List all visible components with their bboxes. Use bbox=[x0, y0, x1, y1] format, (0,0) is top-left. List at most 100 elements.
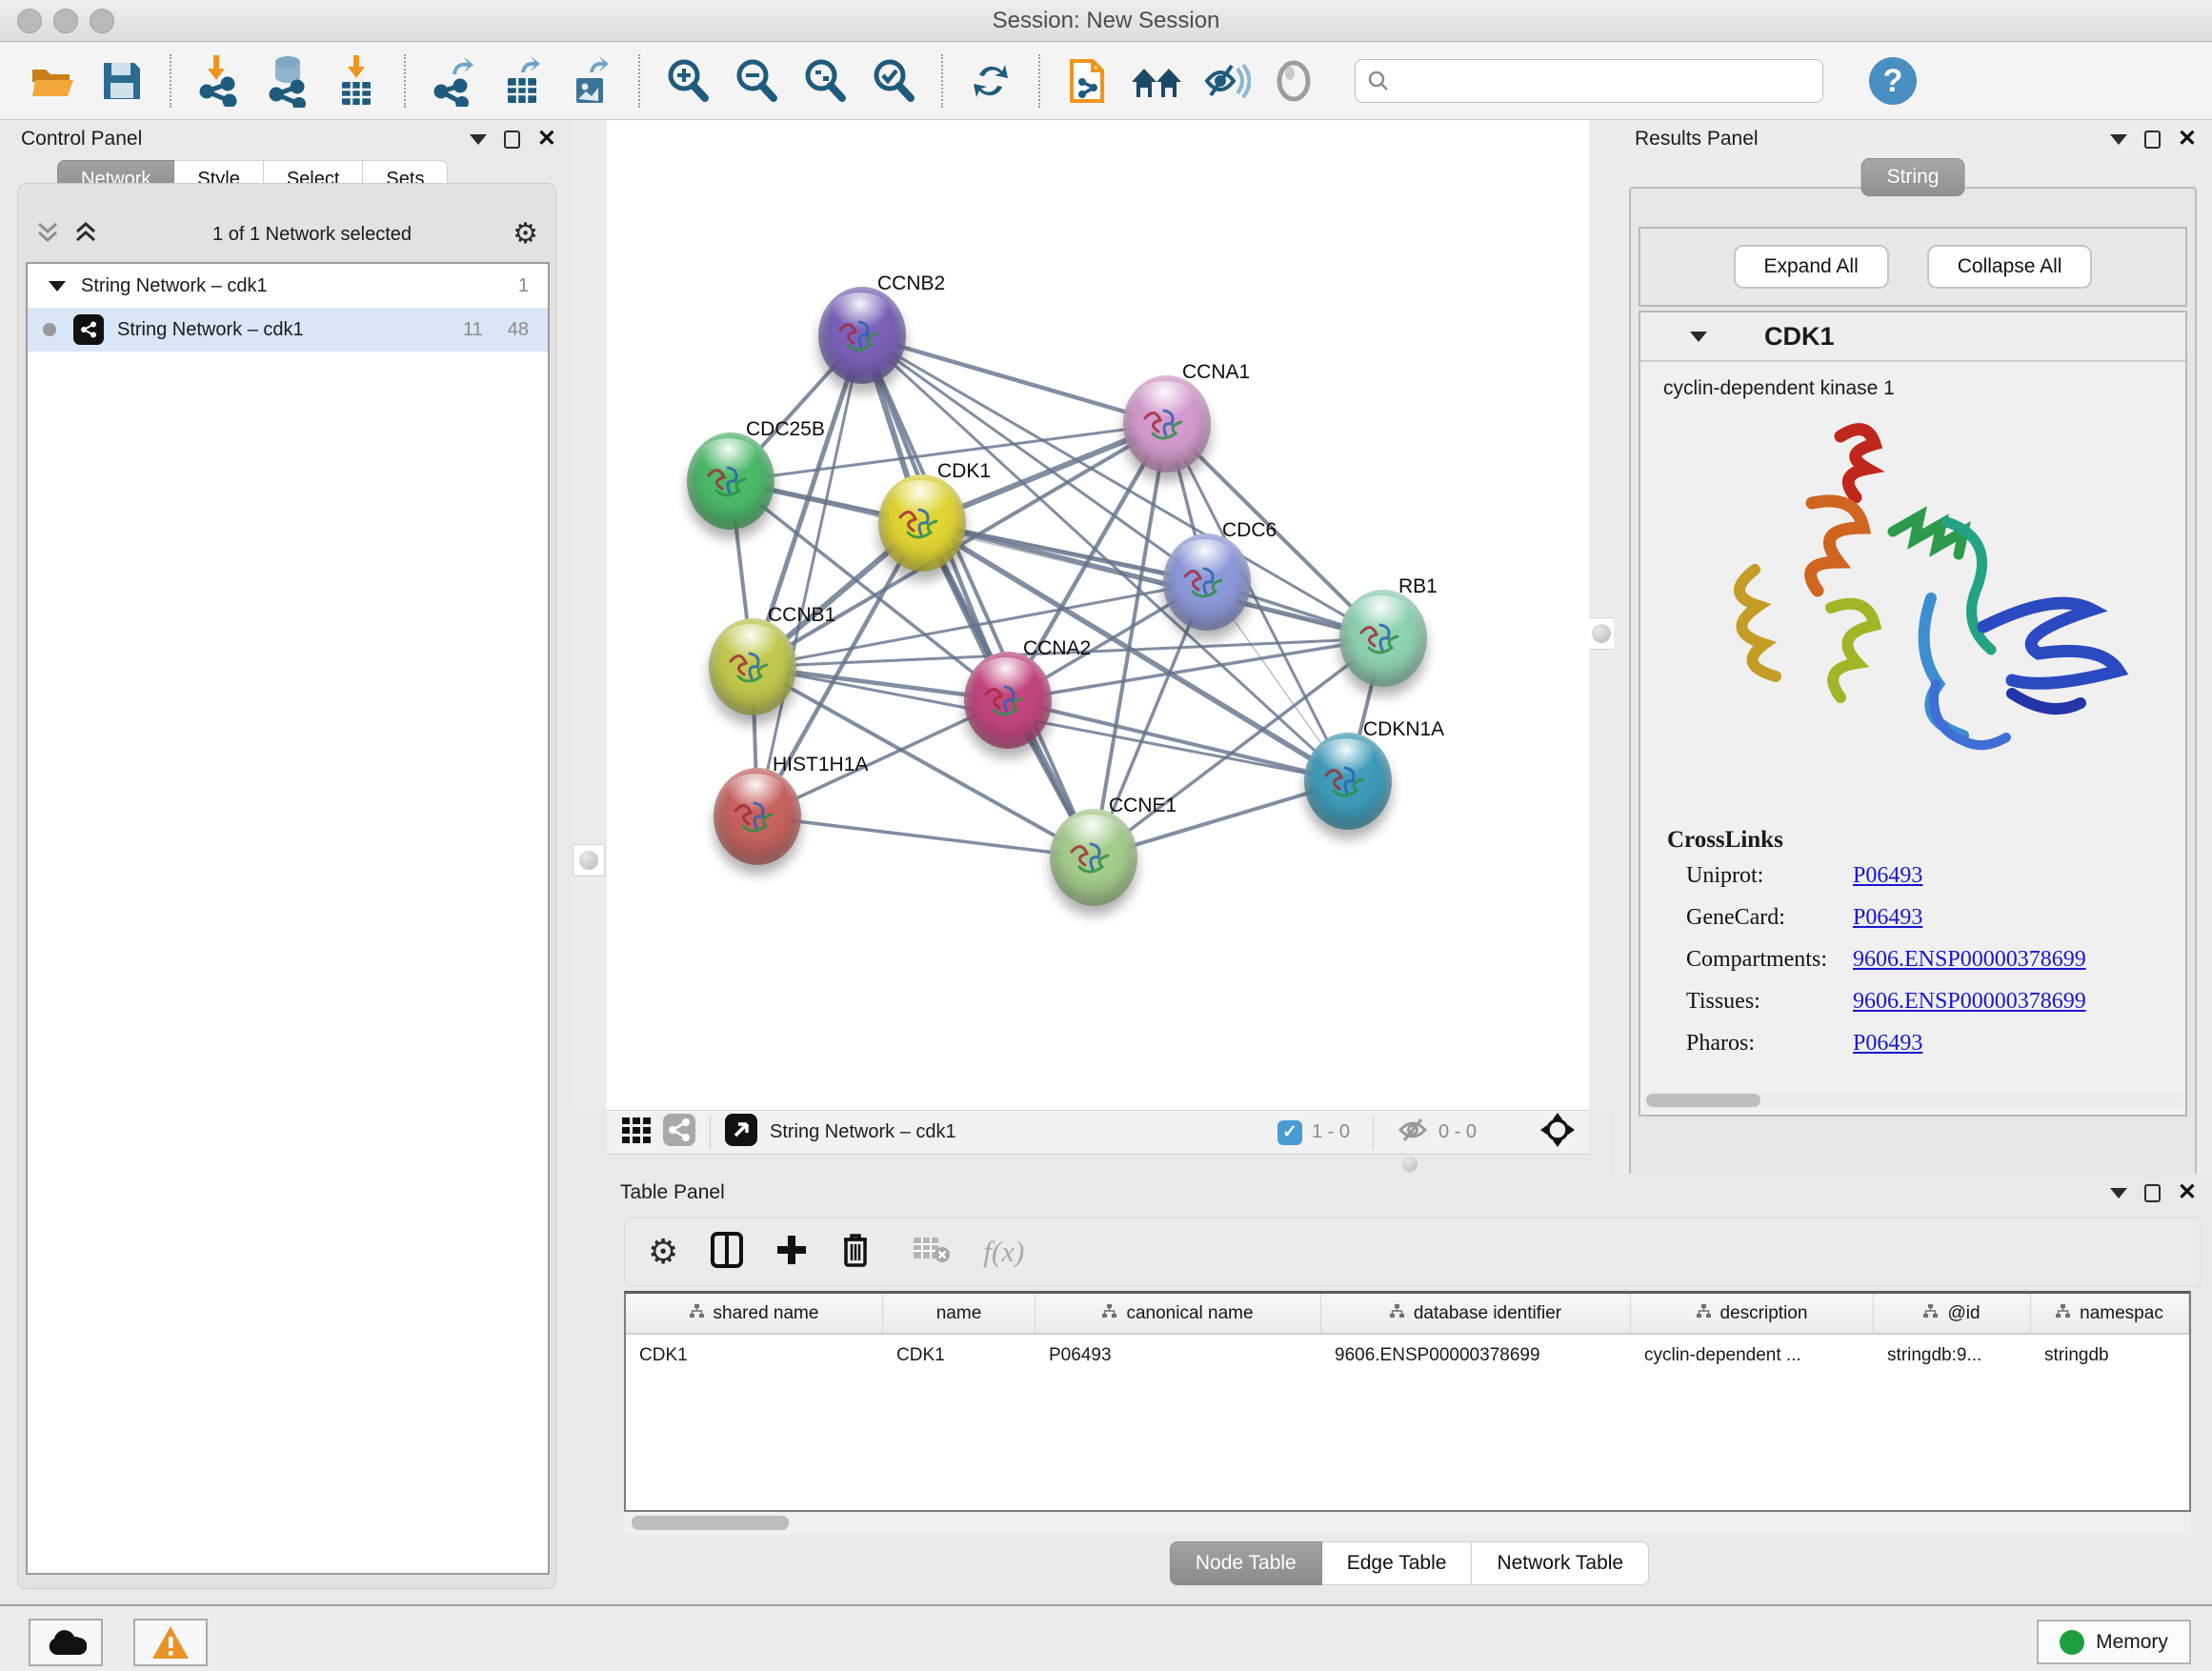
cloud-status-button[interactable] bbox=[29, 1619, 103, 1666]
protein-ribbon-thumbnail bbox=[730, 794, 783, 843]
close-panel-icon[interactable]: ✕ bbox=[537, 128, 556, 151]
expand-all-button[interactable]: Expand All bbox=[1734, 245, 1889, 289]
column-header--id[interactable]: @id bbox=[1874, 1294, 2031, 1333]
expand-all-networks-icon[interactable] bbox=[73, 220, 98, 250]
tab-string[interactable]: String bbox=[1861, 158, 1965, 196]
zoom-selected-button[interactable] bbox=[863, 50, 924, 111]
network-node-ccnb2[interactable] bbox=[818, 287, 906, 384]
import-network-from-database-button[interactable] bbox=[257, 50, 318, 111]
column-header-description[interactable]: description bbox=[1631, 1294, 1874, 1333]
network-node-ccna1[interactable] bbox=[1123, 375, 1211, 473]
column-header-database-identifier[interactable]: database identifier bbox=[1321, 1294, 1631, 1333]
search-input[interactable] bbox=[1398, 70, 1811, 93]
collapse-panel-icon[interactable] bbox=[470, 134, 487, 145]
network-edge[interactable] bbox=[757, 335, 862, 816]
network-edge[interactable] bbox=[862, 335, 1094, 857]
network-row[interactable]: String Network – cdk1 11 48 bbox=[28, 308, 548, 352]
table-cell[interactable]: CDK1 bbox=[883, 1335, 1036, 1377]
export-network-button[interactable] bbox=[423, 50, 484, 111]
table-h-scrollbar[interactable] bbox=[624, 1512, 2191, 1535]
column-header-name[interactable]: name bbox=[883, 1294, 1036, 1333]
table-cell[interactable]: stringdb:9... bbox=[1874, 1335, 2031, 1377]
network-node-ccnb1[interactable] bbox=[709, 618, 796, 715]
table-cell[interactable]: cyclin-dependent ... bbox=[1631, 1335, 1874, 1377]
tab-edge-table[interactable]: Edge Table bbox=[1322, 1541, 1473, 1585]
network-edge[interactable] bbox=[1008, 700, 1348, 781]
table-cell[interactable]: stringdb bbox=[2031, 1335, 2189, 1377]
tab-network-table[interactable]: Network Table bbox=[1472, 1541, 1649, 1585]
detach-view-icon[interactable] bbox=[724, 1113, 758, 1152]
open-session-button[interactable] bbox=[23, 50, 84, 111]
float-panel-icon[interactable] bbox=[504, 131, 520, 149]
view-network-title: String Network – cdk1 bbox=[770, 1121, 956, 1143]
crosslink-link[interactable]: 9606.ENSP00000378699 bbox=[1853, 947, 2086, 973]
network-node-cdkn1a[interactable] bbox=[1304, 733, 1392, 830]
selected-checkbox-icon[interactable]: ✓ bbox=[1277, 1120, 1302, 1145]
left-splitter[interactable] bbox=[572, 120, 607, 1110]
network-node-ccne1[interactable] bbox=[1050, 809, 1137, 906]
right-splitter[interactable] bbox=[1589, 120, 1614, 1110]
crosslink-link[interactable]: 9606.ENSP00000378699 bbox=[1853, 989, 2086, 1015]
help-button[interactable]: ? bbox=[1869, 57, 1917, 105]
column-type-icon bbox=[1102, 1303, 1116, 1324]
network-edge[interactable] bbox=[757, 816, 1094, 857]
share-view-icon[interactable] bbox=[662, 1113, 696, 1152]
grid-view-icon[interactable] bbox=[620, 1114, 653, 1151]
column-header-namespac[interactable]: namespac bbox=[2031, 1294, 2189, 1333]
delete-column-icon[interactable] bbox=[840, 1232, 871, 1273]
gene-collapse-icon[interactable] bbox=[1690, 332, 1707, 342]
zoom-out-button[interactable] bbox=[726, 50, 787, 111]
float-panel-icon[interactable] bbox=[2144, 131, 2161, 149]
network-node-cdc25b[interactable] bbox=[687, 433, 774, 530]
crosslink-link[interactable]: P06493 bbox=[1853, 1031, 1922, 1057]
network-node-cdc6[interactable] bbox=[1163, 534, 1251, 631]
import-network-button[interactable] bbox=[189, 50, 250, 111]
apply-layout-button[interactable] bbox=[960, 50, 1021, 111]
string-home-button[interactable] bbox=[1126, 50, 1187, 111]
warnings-button[interactable] bbox=[133, 1619, 208, 1666]
network-options-gear-icon[interactable]: ⚙ bbox=[513, 220, 538, 249]
crosslink-link[interactable]: P06493 bbox=[1853, 863, 1922, 889]
gene-scrollbar[interactable] bbox=[1644, 1092, 2183, 1109]
column-header-canonical-name[interactable]: canonical name bbox=[1036, 1294, 1321, 1333]
import-table-button[interactable] bbox=[326, 50, 387, 111]
tree-expand-icon[interactable] bbox=[49, 281, 66, 292]
table-cell[interactable]: 9606.ENSP00000378699 bbox=[1321, 1335, 1631, 1377]
export-table-button[interactable] bbox=[492, 50, 553, 111]
toolbar-search[interactable] bbox=[1355, 59, 1823, 103]
network-node-rb1[interactable] bbox=[1339, 590, 1427, 687]
birds-eye-navigator-icon[interactable] bbox=[1539, 1112, 1576, 1153]
network-edge[interactable] bbox=[862, 335, 1167, 424]
network-node-hist1h1a[interactable] bbox=[714, 768, 801, 865]
zoom-fit-button[interactable] bbox=[794, 50, 855, 111]
presentation-mode-button[interactable] bbox=[1263, 50, 1324, 111]
export-image-button[interactable] bbox=[560, 50, 621, 111]
network-canvas[interactable]: CCNB2CCNA1CDC25BCDK1CDC6RB1CCNB1CCNA2CDK… bbox=[607, 120, 1589, 1110]
tab-node-table[interactable]: Node Table bbox=[1170, 1541, 1322, 1585]
table-cell[interactable]: CDK1 bbox=[626, 1335, 883, 1377]
network-node-cdk1[interactable] bbox=[878, 474, 966, 572]
network-collection-row[interactable]: String Network – cdk1 1 bbox=[28, 264, 548, 308]
hidden-eye-icon[interactable] bbox=[1397, 1116, 1429, 1149]
column-header-shared-name[interactable]: shared name bbox=[626, 1294, 883, 1333]
collapse-panel-icon[interactable] bbox=[2110, 134, 2127, 145]
string-import-button[interactable] bbox=[1057, 50, 1118, 111]
crosslink-link[interactable]: P06493 bbox=[1853, 905, 1922, 931]
zoom-in-button[interactable] bbox=[657, 50, 718, 111]
gene-name: CDK1 bbox=[1764, 322, 1835, 352]
close-panel-icon[interactable]: ✕ bbox=[2178, 1181, 2197, 1204]
collapse-all-networks-icon[interactable] bbox=[35, 220, 60, 250]
table-row[interactable]: CDK1CDK1P064939606.ENSP00000378699cyclin… bbox=[626, 1335, 2189, 1377]
save-session-button[interactable] bbox=[91, 50, 152, 111]
table-cell[interactable]: P06493 bbox=[1036, 1335, 1321, 1377]
memory-button[interactable]: Memory bbox=[2037, 1620, 2191, 1664]
close-panel-icon[interactable]: ✕ bbox=[2178, 128, 2197, 151]
enhance-labels-button[interactable] bbox=[1195, 50, 1256, 111]
float-panel-icon[interactable] bbox=[2144, 1184, 2161, 1202]
add-column-icon[interactable] bbox=[775, 1234, 808, 1271]
show-columns-icon[interactable] bbox=[711, 1232, 743, 1273]
collapse-panel-icon[interactable] bbox=[2110, 1188, 2127, 1198]
table-options-gear-icon[interactable]: ⚙ bbox=[648, 1235, 678, 1269]
network-node-ccna2[interactable] bbox=[964, 652, 1052, 749]
collapse-all-button[interactable]: Collapse All bbox=[1927, 245, 2093, 289]
